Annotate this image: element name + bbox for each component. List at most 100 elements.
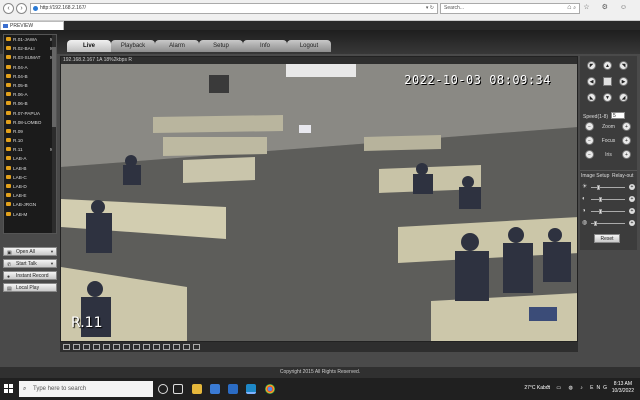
refresh-icon[interactable]: ▾ ↻ [426, 4, 434, 13]
slider-knob[interactable] [597, 185, 601, 190]
browser-tab[interactable]: PREVIEW [0, 21, 64, 30]
windows-start-icon[interactable] [4, 384, 14, 394]
hue-slider[interactable]: ◍ + [582, 220, 635, 227]
scroll-thumb[interactable] [52, 47, 56, 127]
layout-9-icon[interactable] [93, 344, 100, 350]
tab-playback[interactable]: Playback [111, 40, 155, 52]
tab-logout[interactable]: Logout [287, 40, 331, 52]
camera-list-item[interactable]: R.03-SUMATM [4, 53, 56, 62]
iris-open-button[interactable]: + [622, 150, 631, 159]
address-bar[interactable]: http://192.168.2.167/ ▾ ↻ [30, 3, 438, 14]
chrome-icon[interactable] [265, 384, 275, 394]
camera-list-item[interactable]: R.09 [4, 127, 56, 136]
ptz-center-button[interactable] [603, 77, 612, 86]
snapshot-icon[interactable] [133, 344, 140, 350]
slider-knob[interactable] [594, 221, 598, 226]
slider-track[interactable] [591, 211, 625, 212]
forward-button[interactable]: › [16, 3, 27, 14]
camera-list-item[interactable]: LAB-D [4, 182, 56, 191]
ptz-left-button[interactable]: ◀ [587, 77, 596, 86]
store-icon[interactable] [210, 384, 220, 394]
internet-explorer-icon[interactable] [246, 384, 256, 394]
ptz-up-left-button[interactable]: ◤ [587, 61, 596, 70]
taskbar-search-input[interactable]: ⌕ Type here to search [19, 381, 153, 397]
audio-icon[interactable] [163, 344, 170, 350]
tray-icons[interactable]: ^ ▭ ◍ ♪ ENG [547, 385, 610, 391]
instant-record-button[interactable]: ● Instant Record [3, 271, 57, 280]
camera-list-item[interactable]: R.06-A [4, 90, 56, 99]
layout-4-icon[interactable] [73, 344, 80, 350]
layout-1-icon[interactable] [63, 344, 70, 350]
back-button[interactable]: ‹ [3, 3, 14, 14]
ptz-up-button[interactable]: ▲ [603, 61, 612, 70]
brightness-icon: ☀ [582, 184, 588, 190]
live-video-view[interactable]: 192.168.2.167 1A 18%2kbps R 2022-10-03 0… [60, 56, 578, 342]
camera-list-item[interactable]: LAB-E [4, 191, 56, 200]
clock[interactable]: 8:13 AM 10/3/2022 [612, 381, 634, 395]
camera-list-item[interactable]: LAB-A [4, 154, 56, 163]
saturation-slider[interactable]: ◑ + [582, 208, 635, 215]
ptz-right-button[interactable]: ▶ [619, 77, 628, 86]
close-all-icon[interactable] [173, 344, 180, 350]
zoom-in-button[interactable]: + [622, 122, 631, 131]
layout-16-icon[interactable] [103, 344, 110, 350]
ptz-down-left-button[interactable]: ◣ [587, 93, 596, 102]
file-explorer-icon[interactable] [192, 384, 202, 394]
camera-list-item[interactable]: R.04-A [4, 63, 56, 72]
task-view-icon[interactable] [173, 384, 183, 394]
slider-track[interactable] [591, 199, 625, 200]
camera-list-item[interactable]: R.04-B [4, 72, 56, 81]
slider-knob[interactable] [598, 209, 602, 214]
fullscreen-icon[interactable] [123, 344, 130, 350]
stream-icon[interactable] [183, 344, 190, 350]
layout-8-icon[interactable] [83, 344, 90, 350]
osd-channel-name: R.11 [71, 315, 103, 331]
brightness-slider[interactable]: ☀ + [582, 184, 635, 191]
start-talk-button[interactable]: ✆ Start Talk ▼ [3, 259, 57, 268]
slider-knob[interactable] [598, 197, 602, 202]
slider-plus-button[interactable]: + [629, 208, 635, 214]
focus-in-button[interactable]: + [622, 136, 631, 145]
cortana-icon[interactable] [158, 384, 168, 394]
slider-plus-button[interactable]: + [629, 184, 635, 190]
browser-action-icons[interactable]: ⌂ ☆ ⚙ ☺ [567, 3, 632, 11]
zoom-icon[interactable] [153, 344, 160, 350]
camera-list-item[interactable]: R.02-BALIM [4, 44, 56, 53]
dropdown-arrow-icon[interactable]: ▼ [50, 260, 54, 268]
layout-custom-icon[interactable] [113, 344, 120, 350]
camera-list-item[interactable]: LAB-B [4, 164, 56, 173]
browser-search-input[interactable]: Search... ⌕ [440, 3, 580, 14]
camera-list-item[interactable]: R.05-B [4, 81, 56, 90]
camera-list-item[interactable]: R.06-B [4, 99, 56, 108]
settings-icon[interactable] [193, 344, 200, 350]
slider-plus-button[interactable]: + [629, 196, 635, 202]
slider-track[interactable] [591, 187, 625, 188]
open-all-button[interactable]: ▣ Open All ▼ [3, 247, 57, 256]
slider-plus-button[interactable]: + [629, 220, 635, 226]
record-toggle-icon[interactable] [143, 344, 150, 350]
camera-list-scrollbar[interactable] [52, 35, 56, 233]
ptz-down-button[interactable]: ▼ [603, 93, 612, 102]
ptz-up-right-button[interactable]: ◥ [619, 61, 628, 70]
dropdown-arrow-icon[interactable]: ▼ [50, 248, 54, 256]
tab-alarm[interactable]: Alarm [155, 40, 199, 52]
mail-icon[interactable] [228, 384, 238, 394]
contrast-slider[interactable]: ◐ + [582, 196, 635, 203]
camera-list-item[interactable]: R.01-JAWAM [4, 35, 56, 44]
speed-select[interactable]: 5 [611, 112, 625, 119]
camera-list-item[interactable]: LAB-JRGN [4, 200, 56, 209]
camera-list-item[interactable]: R.10 [4, 136, 56, 145]
reset-button[interactable]: Reset [594, 234, 620, 243]
camera-list-item[interactable]: LAB-C [4, 173, 56, 182]
camera-list-item[interactable]: R.07-PAPUA [4, 109, 56, 118]
camera-list-item[interactable]: R.08-LOMBO [4, 118, 56, 127]
tab-live[interactable]: Live [67, 40, 111, 52]
relay-out-tab[interactable]: Relay-out [612, 173, 633, 179]
tab-setup[interactable]: Setup [199, 40, 243, 52]
local-play-button[interactable]: ▤ Local Play [3, 283, 57, 292]
ptz-down-right-button[interactable]: ◢ [619, 93, 628, 102]
tab-info[interactable]: Info [243, 40, 287, 52]
image-setup-tab[interactable]: Image Setup [581, 173, 609, 179]
camera-list-item[interactable]: LAB-M [4, 210, 56, 219]
camera-list-item[interactable]: R.11M [4, 145, 56, 154]
